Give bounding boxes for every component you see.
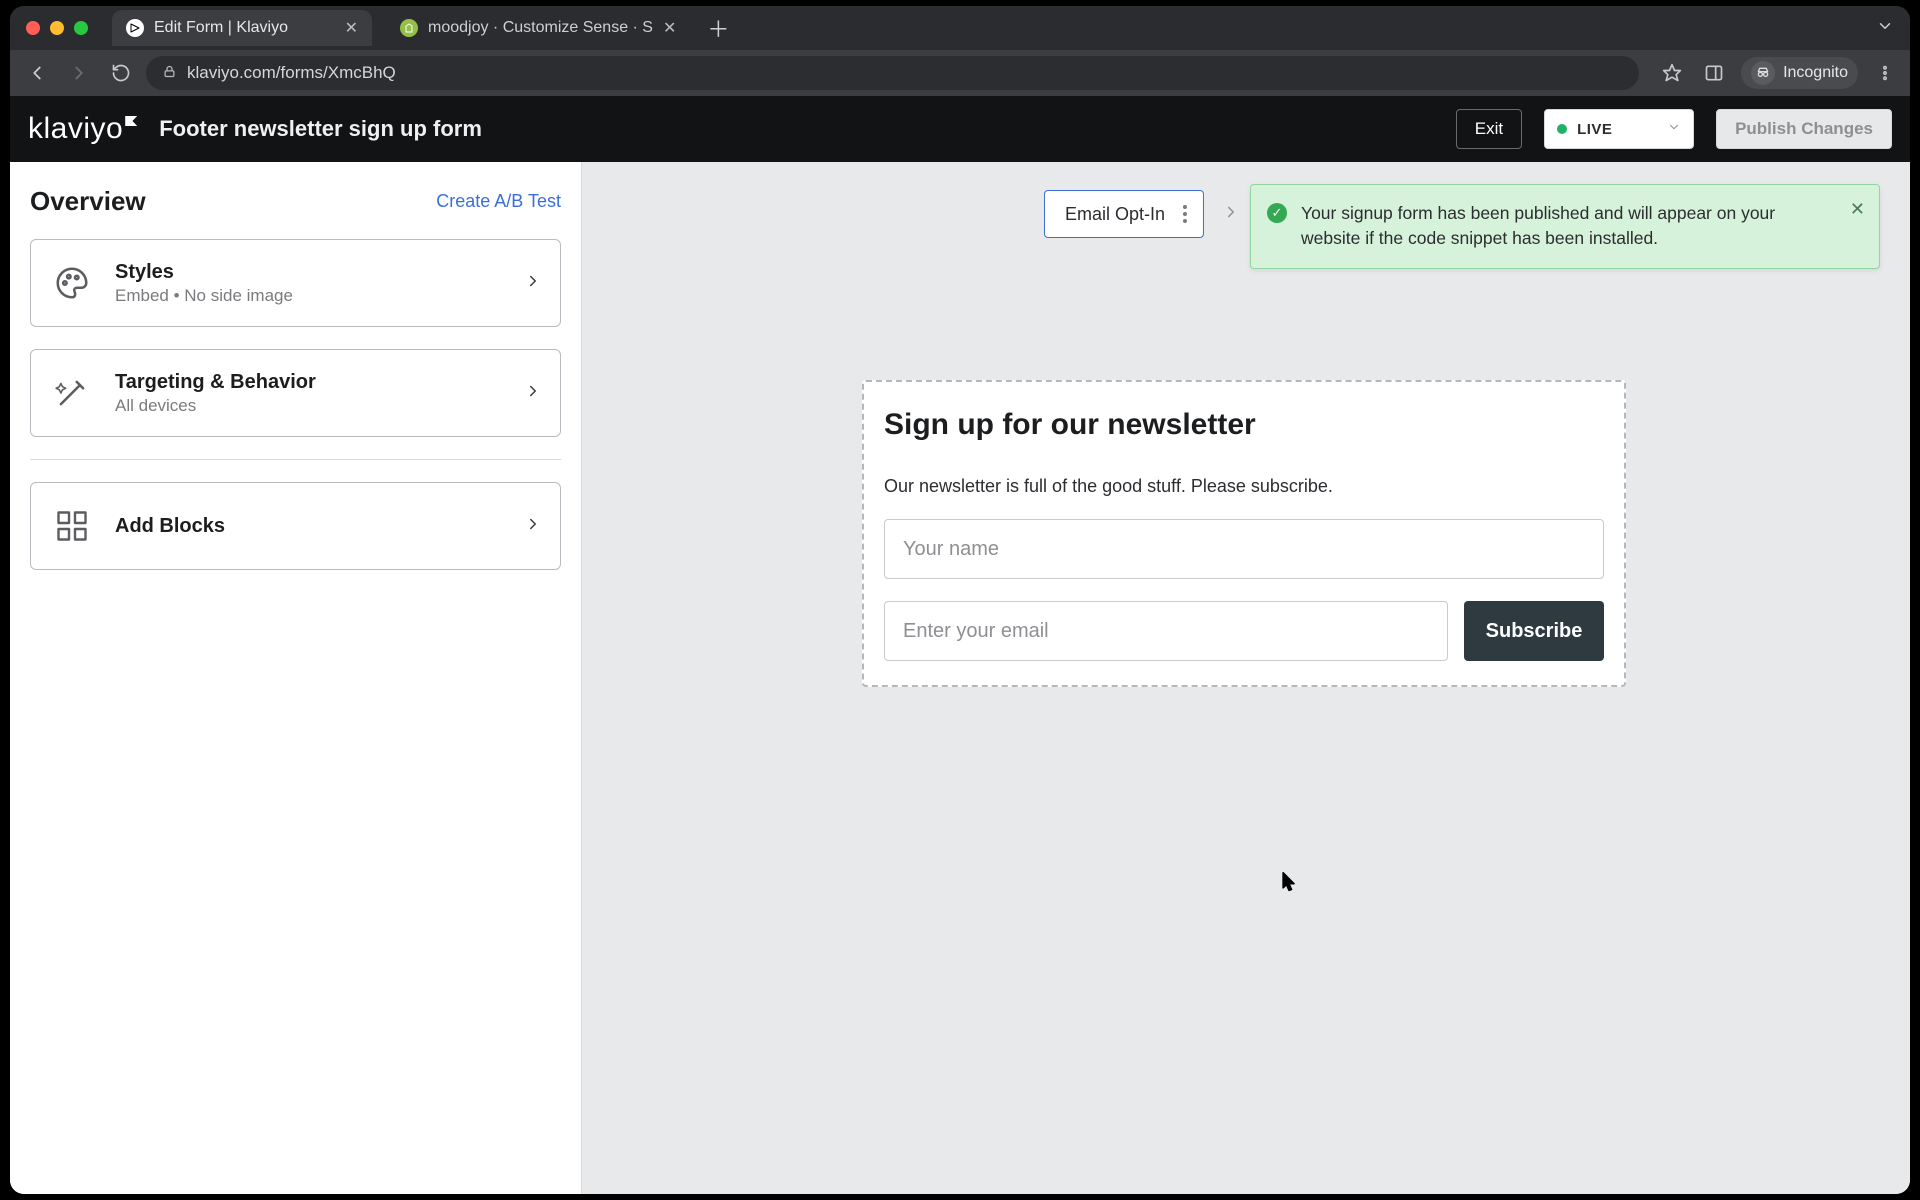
incognito-icon: [1751, 61, 1775, 85]
logo-flag-icon: [125, 116, 137, 126]
targeting-card[interactable]: Targeting & Behavior All devices: [30, 349, 561, 437]
overview-sidebar: Overview Create A/B Test Styles Embed • …: [10, 162, 582, 1194]
address-bar[interactable]: klaviyo.com/forms/XmcBhQ: [146, 56, 1639, 90]
email-placeholder: Enter your email: [903, 620, 1049, 643]
card-title: Add Blocks: [115, 515, 504, 538]
reload-button[interactable]: [104, 56, 138, 90]
chevron-right-icon: [524, 272, 542, 295]
name-input[interactable]: Your name: [884, 519, 1604, 579]
lock-icon: [162, 64, 177, 83]
status-live-dot-icon: [1557, 124, 1567, 134]
step-menu-icon[interactable]: [1179, 205, 1191, 223]
chevron-down-icon: [1667, 120, 1681, 139]
add-blocks-card[interactable]: Add Blocks: [30, 482, 561, 570]
wand-icon: [49, 370, 95, 416]
form-canvas: Email Opt-In SMS Opt-In ✓ Your signup fo…: [582, 162, 1910, 1194]
new-tab-button[interactable]: ＋: [704, 14, 732, 42]
close-tab-icon[interactable]: ✕: [345, 18, 358, 38]
chevron-right-icon: [524, 382, 542, 405]
card-title: Styles: [115, 261, 504, 284]
overview-heading: Overview: [30, 186, 146, 217]
close-tab-icon[interactable]: ✕: [663, 18, 676, 38]
name-placeholder: Your name: [903, 538, 999, 561]
browser-tab-shopify[interactable]: moodjoy · Customize Sense · S ✕: [386, 10, 690, 46]
fullscreen-window-button[interactable]: [74, 21, 88, 35]
page-title: Footer newsletter sign up form: [159, 116, 482, 142]
browser-toolbar: klaviyo.com/forms/XmcBhQ Incognito: [10, 50, 1910, 96]
card-subtitle: All devices: [115, 396, 504, 416]
styles-card[interactable]: Styles Embed • No side image: [30, 239, 561, 327]
close-window-button[interactable]: [26, 21, 40, 35]
back-button[interactable]: [20, 56, 54, 90]
toast-close-button[interactable]: ✕: [1850, 199, 1865, 220]
klaviyo-logo[interactable]: klaviyo: [28, 112, 137, 146]
blocks-icon: [49, 503, 95, 549]
panel-icon[interactable]: [1699, 58, 1729, 88]
browser-menu-button[interactable]: [1870, 58, 1900, 88]
forward-button[interactable]: [62, 56, 96, 90]
publish-changes-button[interactable]: Publish Changes: [1716, 109, 1892, 149]
shopify-favicon: [400, 19, 418, 37]
tab-label: moodjoy · Customize Sense · S: [428, 19, 653, 37]
minimize-window-button[interactable]: [50, 21, 64, 35]
sidebar-divider: [30, 459, 561, 460]
chevron-right-icon: [524, 515, 542, 538]
form-heading[interactable]: Sign up for our newsletter: [884, 408, 1604, 442]
klaviyo-favicon: [126, 19, 144, 37]
window-controls: [18, 21, 98, 35]
logo-text: klaviyo: [28, 112, 123, 145]
card-subtitle: Embed • No side image: [115, 286, 504, 306]
browser-tabstrip: Edit Form | Klaviyo ✕ moodjoy · Customiz…: [10, 6, 1910, 50]
form-body-text[interactable]: Our newsletter is full of the good stuff…: [884, 476, 1604, 497]
toast-message: Your signup form has been published and …: [1301, 201, 1835, 252]
tab-label: Edit Form | Klaviyo: [154, 19, 288, 37]
create-ab-test-link[interactable]: Create A/B Test: [436, 191, 561, 212]
app-header: klaviyo Footer newsletter sign up form E…: [10, 96, 1910, 162]
exit-button[interactable]: Exit: [1456, 109, 1522, 149]
palette-icon: [49, 260, 95, 306]
status-label: LIVE: [1577, 121, 1657, 138]
subscribe-button[interactable]: Subscribe: [1464, 601, 1604, 661]
url-text: klaviyo.com/forms/XmcBhQ: [187, 63, 396, 83]
incognito-label: Incognito: [1783, 64, 1848, 82]
form-preview[interactable]: Sign up for our newsletter Our newslette…: [862, 380, 1626, 687]
incognito-indicator[interactable]: Incognito: [1741, 57, 1858, 89]
tabs-overflow-button[interactable]: [1876, 17, 1894, 40]
email-input[interactable]: Enter your email: [884, 601, 1448, 661]
check-circle-icon: ✓: [1267, 203, 1287, 223]
card-title: Targeting & Behavior: [115, 371, 504, 394]
step-email-optin[interactable]: Email Opt-In: [1044, 190, 1204, 238]
step-label: Email Opt-In: [1065, 204, 1165, 225]
chevron-right-icon: [1222, 203, 1240, 226]
status-dropdown[interactable]: LIVE: [1544, 109, 1694, 149]
mouse-cursor-icon: [1282, 872, 1296, 892]
bookmark-star-icon[interactable]: [1657, 58, 1687, 88]
browser-tab-klaviyo[interactable]: Edit Form | Klaviyo ✕: [112, 10, 372, 46]
publish-success-toast: ✓ Your signup form has been published an…: [1250, 184, 1880, 269]
